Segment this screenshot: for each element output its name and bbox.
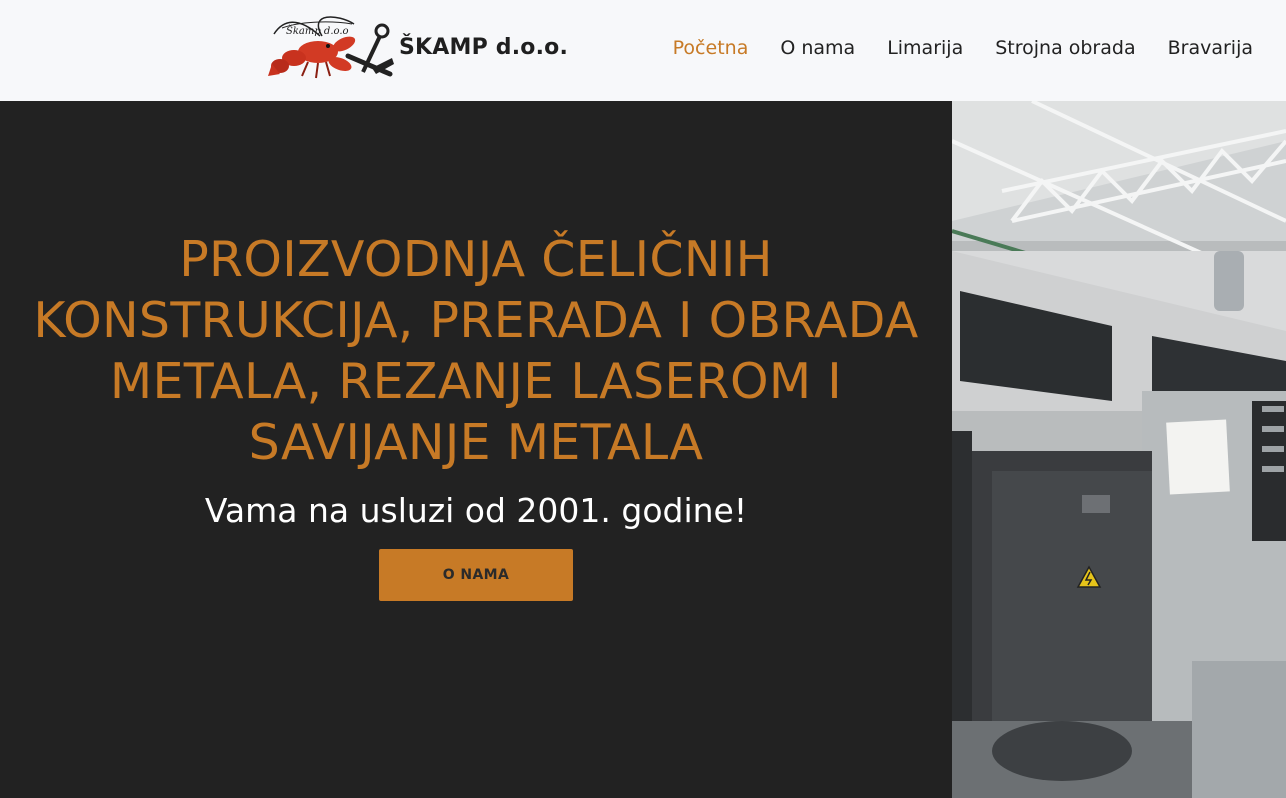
nav-item-o-nama[interactable]: O nama bbox=[780, 37, 855, 59]
hero-title: PROIZVODNJA ČELIČNIH KONSTRUKCIJA, PRERA… bbox=[33, 231, 919, 471]
nav-item-pocetna[interactable]: Početna bbox=[673, 37, 749, 59]
hero-subtitle: Vama na usluzi od 2001. godine! bbox=[204, 491, 748, 530]
workshop-photo bbox=[952, 101, 1286, 798]
nav-item-limarija[interactable]: Limarija bbox=[887, 37, 963, 59]
lobster-logo-icon: Škamp d.o.o bbox=[268, 16, 394, 79]
site-logo[interactable]: Škamp d.o.o bbox=[268, 14, 396, 84]
brand-name[interactable]: ŠKAMP d.o.o. bbox=[399, 35, 568, 60]
nav-item-bravarija[interactable]: Bravarija bbox=[1168, 37, 1253, 59]
o-nama-button[interactable]: O NAMA bbox=[379, 549, 573, 601]
site-header: Škamp d.o.o ŠKAMP d.o.o. Početna O nama … bbox=[0, 0, 1286, 101]
svg-text:Škamp d.o.o: Škamp d.o.o bbox=[286, 25, 349, 37]
main-nav: Početna O nama Limarija Strojna obrada B… bbox=[641, 37, 1253, 59]
hero-image-workshop bbox=[952, 101, 1286, 798]
hero-section: PROIZVODNJA ČELIČNIH KONSTRUKCIJA, PRERA… bbox=[0, 101, 952, 798]
nav-item-strojna-obrada[interactable]: Strojna obrada bbox=[995, 37, 1135, 59]
